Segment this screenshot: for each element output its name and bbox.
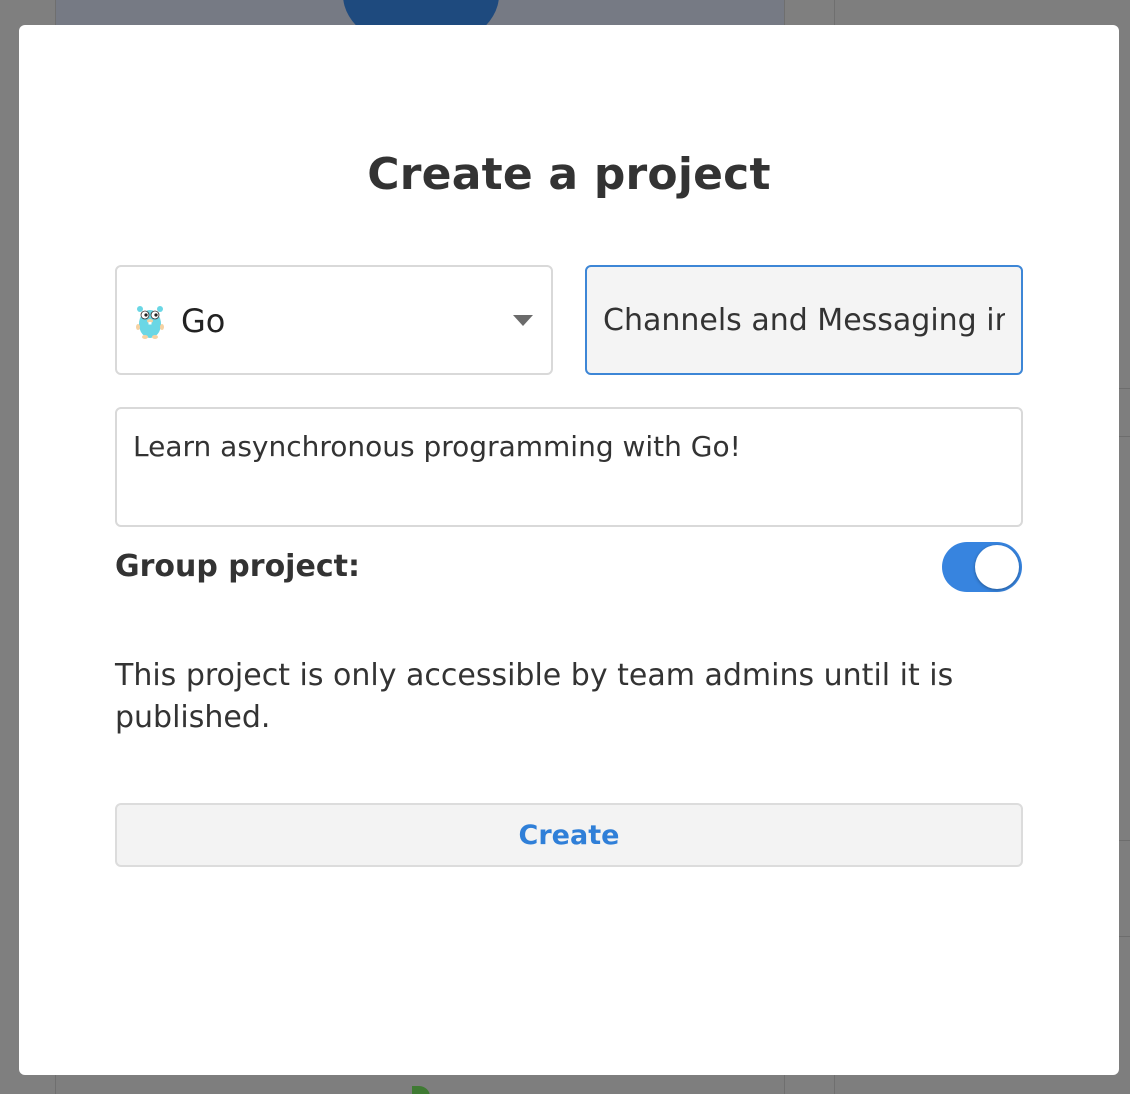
language-select[interactable]: Go	[115, 265, 553, 375]
chevron-down-icon	[513, 315, 533, 326]
gopher-icon	[136, 306, 164, 339]
create-button[interactable]: Create	[115, 803, 1023, 867]
language-select-value: Go	[181, 302, 226, 340]
toggle-knob	[975, 545, 1019, 589]
group-project-toggle[interactable]	[942, 542, 1022, 592]
create-project-modal: Create a project Go Learn asynchronous p…	[19, 25, 1119, 1075]
modal-title: Create a project	[367, 149, 771, 200]
visibility-notice: This project is only accessible by team …	[115, 658, 954, 735]
group-project-label: Group project:	[115, 549, 360, 584]
project-description-textarea[interactable]: Learn asynchronous programming with Go!	[115, 407, 1023, 527]
project-title-input[interactable]	[585, 265, 1023, 375]
